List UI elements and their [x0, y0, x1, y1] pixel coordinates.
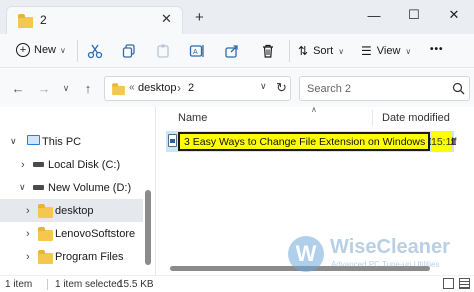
- sidebar-item-this-pc[interactable]: ∨ This PC: [0, 130, 143, 153]
- toolbar-separator: [289, 40, 290, 62]
- new-button[interactable]: + New ∨: [16, 43, 66, 57]
- up-button[interactable]: ↑: [80, 80, 96, 96]
- scissors-icon: [87, 44, 103, 59]
- sidebar-item-new-volume-d[interactable]: ∨ New Volume (D:): [0, 176, 143, 199]
- view-button[interactable]: ☰ View ∨: [361, 44, 411, 58]
- details-view-icon[interactable]: [443, 278, 454, 289]
- minimize-button[interactable]: —: [354, 0, 394, 30]
- chevron-down-icon: ∨: [405, 46, 412, 56]
- copy-icon: [122, 44, 135, 58]
- tab-title: 2: [40, 13, 47, 27]
- sidebar-item-label: Program Files: [55, 250, 124, 263]
- selection-status: 1 item selected: [55, 278, 123, 290]
- svg-text:A: A: [193, 49, 198, 56]
- breadcrumb-separator: ›: [177, 81, 181, 95]
- expand-icon[interactable]: ›: [21, 159, 25, 171]
- rename-input[interactable]: 3 Easy Ways to Change File Extension on …: [178, 132, 457, 151]
- share-icon: [225, 45, 238, 58]
- search-icon: [452, 82, 465, 95]
- column-header-name[interactable]: Name: [178, 112, 207, 124]
- large-icons-view-icon[interactable]: [459, 278, 470, 289]
- sidebar-item-program-files[interactable]: › Program Files: [0, 245, 143, 268]
- plus-icon: +: [16, 43, 30, 57]
- sort-icon: ⇅: [298, 44, 309, 58]
- drive-icon: [33, 185, 44, 190]
- breadcrumb-2[interactable]: 2: [188, 82, 194, 94]
- breadcrumb-desktop[interactable]: desktop: [138, 82, 177, 94]
- folder-icon: [112, 83, 125, 96]
- delete-button[interactable]: [258, 41, 278, 61]
- drive-icon: [33, 162, 44, 167]
- item-count: 1 item: [5, 278, 33, 290]
- status-bar: 1 item 1 item selected 15.5 KB: [0, 275, 474, 292]
- close-window-button[interactable]: ✕: [434, 0, 474, 30]
- expand-icon[interactable]: ›: [26, 228, 30, 240]
- maximize-button[interactable]: ☐: [394, 0, 434, 30]
- sort-button[interactable]: ⇅ Sort ∨: [298, 44, 344, 58]
- search-input[interactable]: Search 2: [307, 83, 351, 95]
- view-icon: ☰: [361, 44, 372, 58]
- folder-icon: [38, 227, 53, 241]
- new-tab-button[interactable]: +: [195, 9, 204, 26]
- more-options-button[interactable]: •••: [430, 44, 444, 55]
- sidebar-scrollbar[interactable]: [145, 190, 151, 265]
- expand-icon[interactable]: ›: [26, 251, 30, 263]
- copy-button[interactable]: [119, 41, 139, 61]
- chevron-down-icon: ∨: [338, 46, 345, 56]
- selection-size: 15.5 KB: [118, 278, 154, 290]
- folder-icon: [38, 204, 53, 218]
- sidebar-item-local-disk-c[interactable]: › Local Disk (C:): [0, 153, 143, 176]
- sidebar-item-desktop[interactable]: › desktop: [0, 199, 143, 222]
- overflow-icon[interactable]: «: [129, 82, 135, 93]
- folder-icon: [18, 14, 33, 28]
- sort-label: Sort: [313, 45, 334, 57]
- forward-button[interactable]: →: [36, 80, 52, 96]
- sidebar-item-label: LenovoSoftstore: [55, 227, 136, 240]
- paste-button[interactable]: [153, 41, 173, 61]
- paste-icon: [157, 44, 169, 58]
- rename-button[interactable]: A: [187, 41, 207, 61]
- close-tab-icon[interactable]: ✕: [161, 11, 172, 27]
- sidebar-item-label: desktop: [55, 204, 94, 217]
- chevron-down-icon: ∨: [60, 45, 66, 55]
- file-name[interactable]: 3 Easy Ways to Change File Extension on …: [184, 136, 457, 148]
- wisecleaner-logo: W: [288, 236, 324, 272]
- watermark-tagline: Advanced PC Tune-up Utilities: [331, 260, 440, 269]
- sidebar-item-label: Local Disk (C:): [48, 158, 121, 171]
- recent-locations-button[interactable]: ∨: [58, 80, 74, 96]
- refresh-button[interactable]: ↻: [276, 80, 287, 96]
- toolbar-separator: [77, 40, 78, 62]
- rename-icon: A: [189, 45, 204, 57]
- back-button[interactable]: ←: [10, 80, 26, 96]
- view-label: View: [376, 45, 401, 57]
- column-divider[interactable]: [372, 110, 373, 126]
- expand-icon[interactable]: ∨: [19, 182, 26, 193]
- address-dropdown-icon[interactable]: ∨: [260, 81, 267, 92]
- sidebar-item-label: This PC: [42, 135, 82, 148]
- cut-button[interactable]: [85, 41, 105, 61]
- wisecleaner-watermark: W WiseCleaner Advanced PC Tune-up Utilit…: [288, 234, 472, 274]
- new-label: New: [34, 44, 57, 56]
- expand-icon[interactable]: ∨: [10, 136, 17, 147]
- trash-icon: [263, 44, 273, 58]
- folder-icon: [38, 250, 53, 264]
- search-box[interactable]: Search 2: [299, 76, 470, 101]
- column-header-date-modified[interactable]: Date modified: [382, 112, 450, 124]
- sort-ascending-icon: ∧: [311, 105, 317, 114]
- sidebar-item-label: New Volume (D:): [48, 181, 132, 194]
- pdf-file-icon: [168, 134, 177, 147]
- monitor-icon: [27, 135, 40, 145]
- tab-current-folder[interactable]: 2 ✕: [6, 6, 183, 34]
- watermark-name: WiseCleaner: [330, 236, 450, 258]
- expand-icon[interactable]: ›: [26, 205, 30, 217]
- status-separator: [47, 279, 48, 290]
- share-button[interactable]: [222, 41, 242, 61]
- sidebar-item-lenovosoftstore[interactable]: › LenovoSoftstore: [0, 222, 143, 245]
- file-date-modified: 15:11: [431, 136, 457, 148]
- address-bar[interactable]: « desktop › 2 ∨: [104, 76, 291, 101]
